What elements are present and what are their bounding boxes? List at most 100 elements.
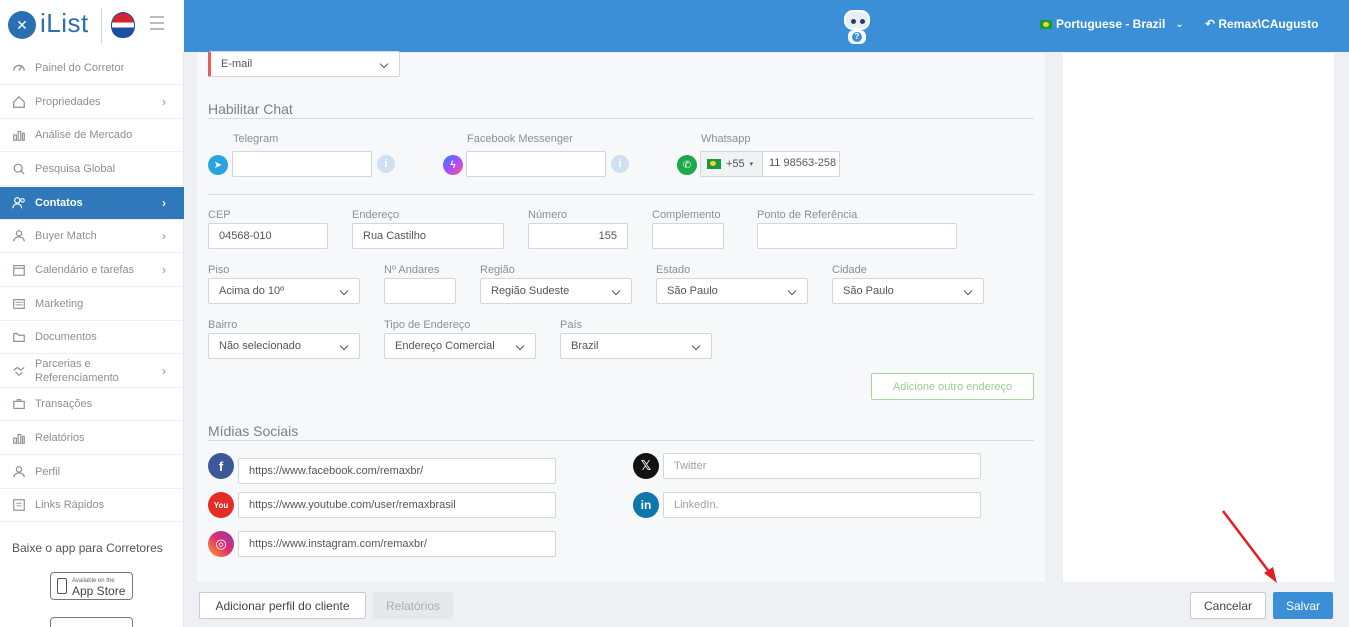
language-selector[interactable]: Portuguese - Brazil ⌄ [1040, 17, 1184, 31]
whatsapp-number: 11 98563-258 [769, 157, 837, 169]
sidebar-item-label: Parcerias e Referenciamento [35, 358, 119, 384]
chevron-down-icon: ⌄ [1175, 18, 1184, 30]
chevron-right-icon: › [162, 263, 166, 277]
cep-input[interactable]: 04568-010 [208, 223, 328, 249]
reports-button[interactable]: Relatórios [373, 592, 453, 619]
app-store-badge[interactable]: Available on the App Store [50, 572, 133, 600]
sidebar-item-7[interactable]: Calendário e tarefas › [0, 254, 184, 287]
messenger-input[interactable] [466, 151, 606, 177]
telegram-icon: ➤ [208, 155, 228, 175]
estado-label: Estado [656, 264, 691, 276]
add-client-profile-button[interactable]: Adicionar perfil do cliente [199, 592, 366, 619]
tipo-endereco-select[interactable]: Endereço Comercial [384, 333, 536, 359]
brazil-flag-icon [707, 159, 721, 169]
linkedin-input[interactable]: LinkedIn. [663, 492, 981, 518]
hamburger-menu-icon[interactable] [150, 16, 164, 30]
endereco-input[interactable]: Rua Castilho [352, 223, 504, 249]
instagram-input[interactable]: https://www.instagram.com/remaxbr/ [238, 531, 556, 557]
sidebar-item-8[interactable]: Marketing [0, 288, 184, 321]
sidebar-item-9[interactable]: Documentos [0, 321, 184, 354]
caret-down-icon: ▾ [749, 161, 754, 168]
sidebar-item-label: Buyer Match [35, 230, 97, 242]
chat-section-title: Habilitar Chat [208, 101, 293, 117]
youtube-icon: You [208, 492, 234, 518]
linkedin-icon: in [633, 492, 659, 518]
robot-assistant-icon[interactable]: ? [840, 6, 874, 46]
user-name: Remax\CAugusto [1218, 17, 1319, 31]
messenger-info-icon[interactable]: i [611, 155, 629, 173]
sidebar-item-4[interactable]: Pesquisa Global [0, 153, 184, 186]
bar-chart-icon [11, 430, 27, 446]
save-button[interactable]: Salvar [1273, 592, 1333, 619]
cidade-select[interactable]: São Paulo [832, 278, 984, 304]
regiao-label: Região [480, 264, 515, 276]
cancel-button[interactable]: Cancelar [1190, 592, 1266, 619]
sidebar-item-12[interactable]: Relatórios [0, 422, 184, 455]
bairro-select[interactable]: Não selecionado [208, 333, 360, 359]
telegram-input[interactable] [232, 151, 372, 177]
sidebar-item-14[interactable]: Links Rápidos [0, 489, 184, 522]
handshake-icon [11, 363, 27, 379]
remax-balloon-logo [111, 12, 135, 38]
referencia-input[interactable] [757, 223, 957, 249]
sidebar-item-label: Painel do Corretor [35, 62, 125, 74]
side-panel [1062, 52, 1335, 583]
home-icon [11, 94, 27, 110]
telegram-label: Telegram [233, 133, 279, 145]
google-play-badge[interactable] [50, 617, 133, 627]
facebook-input[interactable]: https://www.facebook.com/remaxbr/ [238, 458, 556, 484]
piso-label: Piso [208, 264, 230, 276]
chevron-right-icon: › [162, 229, 166, 243]
twitter-input[interactable]: Twitter [663, 453, 981, 479]
briefcase-icon [11, 396, 27, 412]
chat-divider [208, 118, 1034, 119]
phone-icon [57, 578, 67, 594]
user-icon [11, 464, 27, 480]
email-type-select[interactable]: E-mail [208, 51, 400, 77]
app-store-big-text: App Store [72, 584, 126, 598]
sidebar-item-6[interactable]: Buyer Match › [0, 220, 184, 253]
andares-input[interactable] [384, 278, 456, 304]
sidebar-item-label: Perfil [35, 466, 61, 478]
sidebar-item-13[interactable]: Perfil [0, 456, 184, 489]
sidebar-item-11[interactable]: Transações [0, 388, 184, 421]
telegram-info-icon[interactable]: i [377, 155, 395, 173]
complemento-label: Complemento [652, 209, 721, 221]
sidebar-item-3[interactable]: Análise de Mercado [0, 119, 184, 152]
cep-label: CEP [208, 209, 231, 221]
sidebar-item-5[interactable]: Contatos › [0, 187, 184, 220]
bar-chart-icon [11, 127, 27, 143]
estado-select[interactable]: São Paulo [656, 278, 808, 304]
address-divider [208, 194, 1034, 195]
bairro-label: Bairro [208, 319, 238, 331]
sidebar-item-label: Análise de Mercado [35, 129, 133, 141]
sidebar-item-1[interactable]: Painel do Corretor [0, 52, 184, 85]
ilist-logo-icon: ✕ [8, 11, 36, 39]
sidebar-item-2[interactable]: Propriedades › [0, 86, 184, 119]
facebook-icon: f [208, 453, 234, 479]
chevron-right-icon: › [162, 95, 166, 109]
whatsapp-phone-field[interactable]: +55 ▾ 11 98563-258 [700, 151, 840, 177]
piso-select[interactable]: Acima do 10º [208, 278, 360, 304]
sidebar-item-label: Marketing [35, 298, 84, 310]
complemento-input[interactable] [652, 223, 724, 249]
sidebar-item-label: Propriedades [35, 96, 101, 108]
pais-select[interactable]: Brazil [560, 333, 712, 359]
regiao-select[interactable]: Região Sudeste [480, 278, 632, 304]
andares-label: Nº Andares [384, 264, 440, 276]
brand-area: ✕ iList [0, 0, 184, 52]
sidebar-item-label: Links Rápidos [35, 499, 105, 511]
country-code-select[interactable]: +55 ▾ [701, 152, 763, 176]
youtube-input[interactable]: https://www.youtube.com/user/remaxbrasil [238, 492, 556, 518]
user-account[interactable]: ↶ Remax\CAugusto [1205, 17, 1318, 31]
contacts-icon [11, 195, 27, 211]
sidebar-item-label: Transações [35, 398, 93, 410]
gauge-icon [11, 60, 27, 76]
brazil-flag-icon [1040, 19, 1052, 29]
language-label: Portuguese - Brazil [1056, 17, 1166, 31]
sidebar-item-label: Documentos [35, 331, 97, 343]
add-address-button[interactable]: Adicione outro endereço [871, 373, 1034, 400]
list-icon [11, 497, 27, 513]
numero-input[interactable]: 155 [528, 223, 628, 249]
sidebar-item-10[interactable]: Parcerias e Referenciamento › [0, 355, 184, 388]
